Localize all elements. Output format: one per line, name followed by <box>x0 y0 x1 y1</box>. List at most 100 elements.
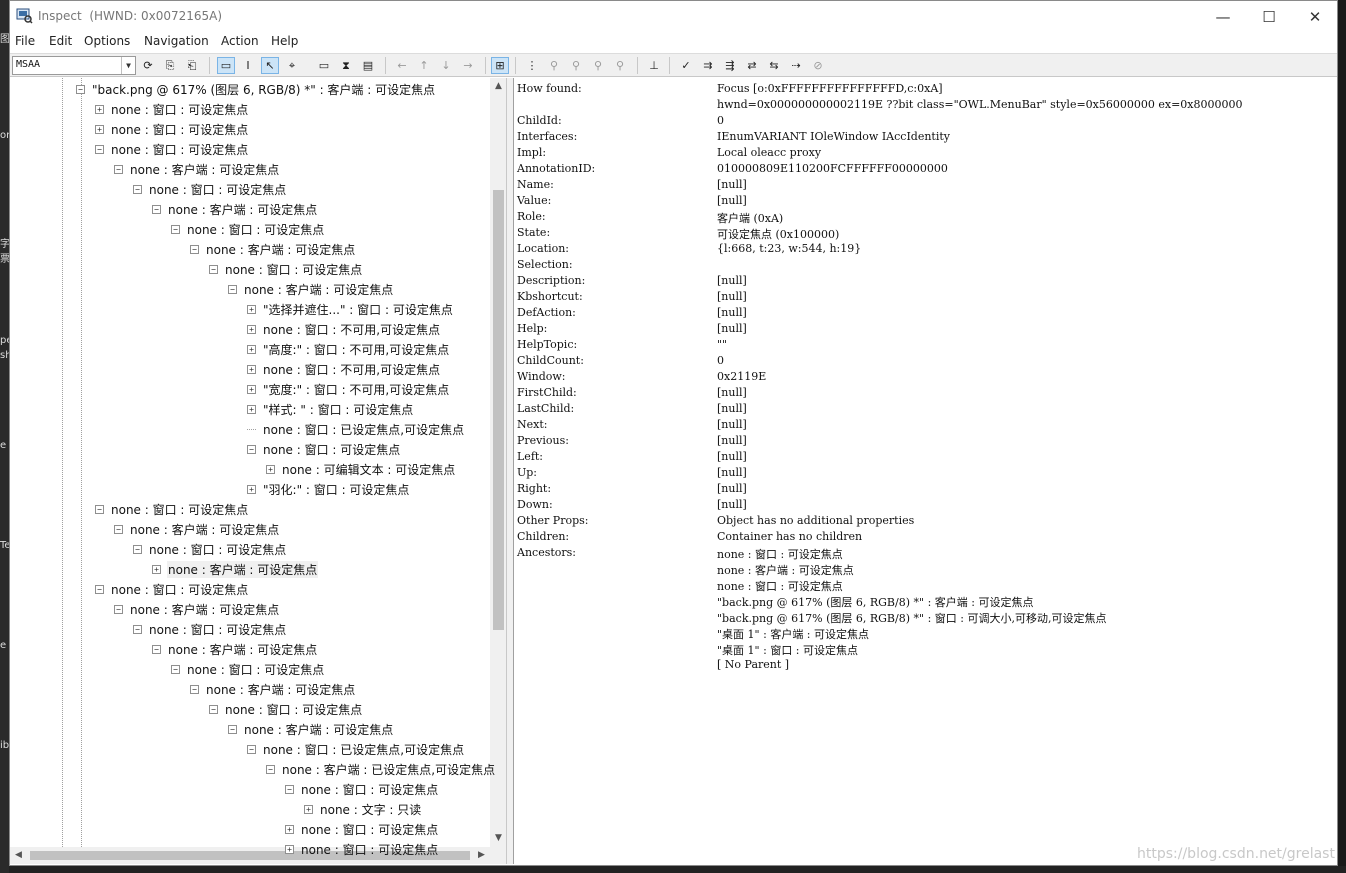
collapse-minus-icon[interactable]: − <box>209 264 218 274</box>
collapse-minus-icon[interactable]: − <box>95 144 104 154</box>
refresh-icon[interactable]: ⟳ <box>139 57 157 74</box>
collapse-minus-icon[interactable]: − <box>152 644 161 654</box>
tree-node[interactable]: − none : 窗口 : 可设定焦点 <box>171 660 325 678</box>
tree-node[interactable]: + "羽化:" : 窗口 : 可设定焦点 <box>247 480 410 498</box>
tree-node[interactable]: − "back.png @ 617% (图层 6, RGB/8) *" : 客户端… <box>76 80 436 98</box>
mode-select[interactable]: MSAA ▼ <box>12 56 136 75</box>
tree-node[interactable]: + none : 窗口 : 可设定焦点 <box>285 820 439 838</box>
title-bar[interactable]: Inspect (HWND: 0x0072165A) — ☐ ✕ <box>10 1 1337 32</box>
scroll-right-arrow-icon[interactable]: ▶ <box>473 847 490 864</box>
scroll-thumb[interactable] <box>493 190 504 630</box>
expand-plus-icon[interactable]: + <box>247 364 256 374</box>
action-default-icon[interactable]: ✓ <box>677 57 695 74</box>
show-balloon-icon[interactable]: ▤ <box>359 57 377 74</box>
tree-node[interactable]: + none : 文字 : 只读 <box>304 800 422 818</box>
menu-help[interactable]: Help <box>271 34 298 48</box>
expand-plus-icon[interactable]: + <box>247 304 256 314</box>
tree-node[interactable]: + none : 窗口 : 可设定焦点 <box>95 120 249 138</box>
nav-next-sibling-icon[interactable]: ⚲ <box>545 57 563 74</box>
collapse-minus-icon[interactable]: − <box>228 724 237 734</box>
watch-focus-icon[interactable]: ▭ <box>217 57 235 74</box>
expand-plus-icon[interactable]: + <box>152 564 161 574</box>
tree-node[interactable]: − none : 客户端 : 可设定焦点 <box>114 160 280 178</box>
tree-node[interactable]: − none : 窗口 : 可设定焦点 <box>285 780 439 798</box>
action-clear-icon[interactable]: ⊘ <box>809 57 827 74</box>
element-tree-pane[interactable]: ▲ ▼ ◀ ▶ − "back.png @ 617% (图层 6, RGB/8) … <box>10 78 507 864</box>
menu-file[interactable]: File <box>15 34 35 48</box>
collapse-minus-icon[interactable]: − <box>133 544 142 554</box>
scroll-down-arrow-icon[interactable]: ▼ <box>490 830 506 847</box>
expand-plus-icon[interactable]: + <box>95 124 104 134</box>
collapse-minus-icon[interactable]: − <box>247 744 256 754</box>
tree-node[interactable]: − none : 客户端 : 可设定焦点 <box>152 640 318 658</box>
menu-navigation[interactable]: Navigation <box>144 34 209 48</box>
tree-node[interactable]: + "宽度:" : 窗口 : 不可用,可设定焦点 <box>247 380 450 398</box>
action-add-select-icon[interactable]: ⇄ <box>743 57 761 74</box>
tree-node[interactable]: − none : 客户端 : 可设定焦点 <box>152 200 318 218</box>
nav-back-icon[interactable]: ← <box>393 57 411 74</box>
nav-root-icon[interactable]: ⊥ <box>645 57 663 74</box>
close-button[interactable]: ✕ <box>1292 1 1338 32</box>
menu-edit[interactable]: Edit <box>49 34 72 48</box>
tree-node[interactable]: − none : 窗口 : 可设定焦点 <box>95 140 249 158</box>
collapse-minus-icon[interactable]: − <box>171 664 180 674</box>
collapse-minus-icon[interactable]: − <box>133 184 142 194</box>
expand-plus-icon[interactable]: + <box>247 484 256 494</box>
show-text-icon[interactable]: ⧗ <box>337 57 355 74</box>
minimize-button[interactable]: — <box>1200 1 1246 32</box>
tree-node[interactable]: − none : 窗口 : 已设定焦点,可设定焦点 <box>247 740 465 758</box>
collapse-minus-icon[interactable]: − <box>114 524 123 534</box>
tree-node[interactable]: − none : 客户端 : 已设定焦点,可设定焦点 <box>266 760 496 778</box>
expand-plus-icon[interactable]: + <box>266 464 275 474</box>
copy-icon[interactable]: ⎘ <box>161 57 179 74</box>
collapse-minus-icon[interactable]: − <box>152 204 161 214</box>
properties-pane[interactable]: How found: Focus [o:0xFFFFFFFFFFFFFFFD,c:… <box>513 78 1337 864</box>
maximize-button[interactable]: ☐ <box>1246 1 1292 32</box>
tree-view-icon[interactable]: ⊞ <box>491 57 509 74</box>
tree-node[interactable]: − none : 窗口 : 可设定焦点 <box>209 260 363 278</box>
tree-node[interactable]: − none : 窗口 : 可设定焦点 <box>209 700 363 718</box>
expand-plus-icon[interactable]: + <box>247 404 256 414</box>
nav-child-icon[interactable]: ↓ <box>437 57 455 74</box>
nav-up-icon[interactable]: ⚲ <box>611 57 629 74</box>
nav-first-child-icon[interactable]: ⚲ <box>567 57 585 74</box>
tree-node[interactable]: + none : 客户端 : 可设定焦点 <box>152 560 319 578</box>
collapse-minus-icon[interactable]: − <box>247 444 256 454</box>
expand-plus-icon[interactable]: + <box>304 804 313 814</box>
expand-plus-icon[interactable]: + <box>285 844 294 854</box>
tree-node[interactable]: + "高度:" : 窗口 : 不可用,可设定焦点 <box>247 340 450 358</box>
collapse-minus-icon[interactable]: − <box>209 704 218 714</box>
tree-node[interactable]: − none : 客户端 : 可设定焦点 <box>114 600 280 618</box>
tree-node[interactable]: − none : 窗口 : 可设定焦点 <box>95 500 249 518</box>
collapse-minus-icon[interactable]: − <box>266 764 275 774</box>
menu-options[interactable]: Options <box>84 34 130 48</box>
tree-node[interactable]: − none : 窗口 : 可设定焦点 <box>95 580 249 598</box>
expand-plus-icon[interactable]: + <box>247 324 256 334</box>
tree-node[interactable]: − none : 窗口 : 可设定焦点 <box>133 180 287 198</box>
tree-node[interactable]: − none : 窗口 : 可设定焦点 <box>247 440 401 458</box>
action-extend-icon[interactable]: ⇢ <box>787 57 805 74</box>
tree-node[interactable]: + none : 窗口 : 不可用,可设定焦点 <box>247 360 441 378</box>
tree-node[interactable]: + none : 窗口 : 可设定焦点 <box>285 840 439 858</box>
menu-action[interactable]: Action <box>221 34 259 48</box>
expand-plus-icon[interactable]: + <box>95 104 104 114</box>
tree-node[interactable]: − none : 客户端 : 可设定焦点 <box>228 280 394 298</box>
action-select-icon[interactable]: ⇶ <box>721 57 739 74</box>
tree-node[interactable]: − none : 窗口 : 可设定焦点 <box>133 540 287 558</box>
collapse-minus-icon[interactable]: − <box>114 604 123 614</box>
tree-node[interactable]: − none : 客户端 : 可设定焦点 <box>228 720 394 738</box>
collapse-minus-icon[interactable]: − <box>95 504 104 514</box>
collapse-minus-icon[interactable]: − <box>285 784 294 794</box>
watch-tracking-icon[interactable]: ⌖ <box>283 57 301 74</box>
nav-forward-icon[interactable]: → <box>459 57 477 74</box>
collapse-minus-icon[interactable]: − <box>190 684 199 694</box>
nav-parent-icon[interactable]: ↑ <box>415 57 433 74</box>
tree-node[interactable]: + "样式: " : 窗口 : 可设定焦点 <box>247 400 414 418</box>
tree-vertical-scrollbar[interactable]: ▲ ▼ <box>490 78 506 847</box>
tree-node[interactable]: + none : 可编辑文本 : 可设定焦点 <box>266 460 456 478</box>
tree-node[interactable]: − none : 窗口 : 可设定焦点 <box>133 620 287 638</box>
action-focus-icon[interactable]: ⇉ <box>699 57 717 74</box>
watch-cursor-icon[interactable]: ↖ <box>261 57 279 74</box>
scroll-up-arrow-icon[interactable]: ▲ <box>490 78 506 95</box>
nav-prev-sibling-icon[interactable]: ⋮ <box>523 57 541 74</box>
